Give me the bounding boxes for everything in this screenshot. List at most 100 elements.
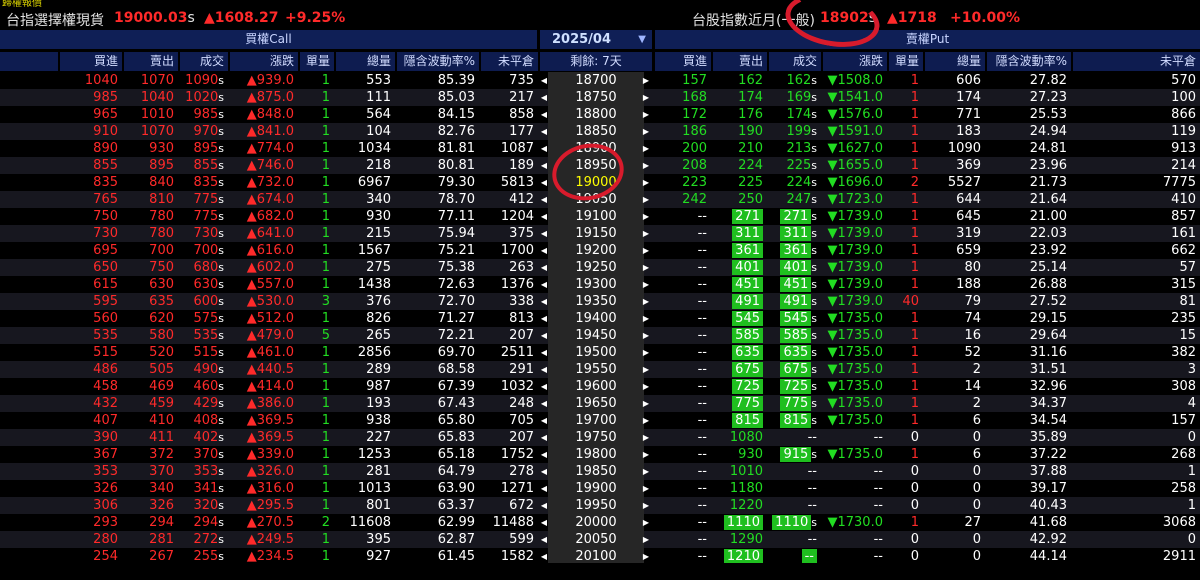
left-arrow-icon[interactable]: ◀ (540, 497, 548, 514)
call-last-cell[interactable]: 775s (180, 208, 224, 225)
call-ask-cell[interactable]: 520 (124, 344, 174, 361)
call-open-interest-cell[interactable]: 599 (481, 531, 534, 548)
put-iv-cell[interactable]: 34.54 (987, 412, 1067, 429)
call-ask-cell[interactable]: 580 (124, 327, 174, 344)
call-ask-cell[interactable]: 620 (124, 310, 174, 327)
call-qty-cell[interactable]: 1 (300, 242, 330, 259)
put-ask-cell[interactable]: 225 (713, 174, 763, 191)
call-ask-cell[interactable]: 1070 (124, 123, 174, 140)
put-volume-cell[interactable]: 0 (925, 480, 981, 497)
put-change-cell[interactable]: ▼1627.0 (823, 140, 884, 157)
call-ask-cell[interactable]: 505 (124, 361, 174, 378)
call-ask-cell[interactable]: 840 (124, 174, 174, 191)
right-arrow-icon[interactable]: ▶ (642, 259, 650, 276)
put-last-cell[interactable]: 815 s (769, 412, 817, 429)
call-bid-cell[interactable]: 750 (60, 208, 118, 225)
call-volume-cell[interactable]: 987 (336, 378, 391, 395)
left-arrow-icon[interactable]: ◀ (540, 514, 548, 531)
left-arrow-icon[interactable]: ◀ (540, 225, 548, 242)
call-ask-cell[interactable]: 469 (124, 378, 174, 395)
table-row[interactable]: 407 410 408s ▲369.5 1 938 65.80 705 ◀ 19700 ▶ -- 815… (0, 412, 1200, 429)
put-open-interest-cell[interactable]: 161 (1073, 225, 1196, 242)
call-bid-cell[interactable]: 1040 (60, 72, 118, 89)
right-arrow-icon[interactable]: ▶ (642, 327, 650, 344)
put-ask-cell[interactable]: 190 (713, 123, 763, 140)
put-qty-cell[interactable]: 0 (889, 429, 919, 446)
put-last-cell[interactable]: -- (769, 429, 817, 446)
call-last-cell[interactable]: 429s (180, 395, 224, 412)
right-arrow-icon[interactable]: ▶ (642, 225, 650, 242)
put-volume-cell[interactable]: 27 (925, 514, 981, 531)
table-row[interactable]: 280 281 272s ▲249.5 1 395 62.87 599 ◀ 20050 ▶ -- 129… (0, 531, 1200, 548)
put-iv-cell[interactable]: 32.96 (987, 378, 1067, 395)
put-last-cell[interactable]: 311 s (769, 225, 817, 242)
call-iv-cell[interactable]: 75.21 (397, 242, 475, 259)
call-open-interest-cell[interactable]: 1032 (481, 378, 534, 395)
strike-price[interactable]: 19950 (548, 497, 644, 514)
put-iv-cell[interactable]: 23.96 (987, 157, 1067, 174)
put-ask-cell[interactable]: 545 (713, 310, 763, 327)
left-arrow-icon[interactable]: ◀ (540, 480, 548, 497)
call-volume-cell[interactable]: 218 (336, 157, 391, 174)
right-arrow-icon[interactable]: ▶ (642, 242, 650, 259)
call-qty-cell[interactable]: 1 (300, 310, 330, 327)
put-qty-cell[interactable]: 1 (889, 514, 919, 531)
call-qty-cell[interactable]: 1 (300, 72, 330, 89)
put-last-cell[interactable]: -- (769, 497, 817, 514)
put-ask-cell[interactable]: 815 (713, 412, 763, 429)
strike-price[interactable]: 19550 (548, 361, 644, 378)
call-last-cell[interactable]: 294s (180, 514, 224, 531)
call-last-cell[interactable]: 1090s (180, 72, 224, 89)
call-bid-cell[interactable]: 293 (60, 514, 118, 531)
call-change-cell[interactable]: ▲674.0 (230, 191, 294, 208)
put-iv-cell[interactable]: 25.53 (987, 106, 1067, 123)
put-ask-cell[interactable]: 1080 (713, 429, 763, 446)
call-open-interest-cell[interactable]: 1087 (481, 140, 534, 157)
strike-price[interactable]: 18800 (548, 106, 644, 123)
call-iv-cell[interactable]: 72.21 (397, 327, 475, 344)
strike-price[interactable]: 18750 (548, 89, 644, 106)
call-open-interest-cell[interactable]: 278 (481, 463, 534, 480)
call-iv-cell[interactable]: 72.70 (397, 293, 475, 310)
put-open-interest-cell[interactable]: 4 (1073, 395, 1196, 412)
put-iv-cell[interactable]: 27.52 (987, 293, 1067, 310)
table-row[interactable]: 326 340 341s ▲316.0 1 1013 63.90 1271 ◀ 19900 ▶ -- 1… (0, 480, 1200, 497)
put-iv-cell[interactable]: 39.17 (987, 480, 1067, 497)
put-ask-cell[interactable]: 1180 (713, 480, 763, 497)
call-change-cell[interactable]: ▲530.0 (230, 293, 294, 310)
put-last-cell[interactable]: -- (769, 531, 817, 548)
put-open-interest-cell[interactable]: 662 (1073, 242, 1196, 259)
put-last-cell[interactable]: 174s (769, 106, 817, 123)
put-bid-cell[interactable]: -- (655, 514, 707, 531)
call-ask-cell[interactable]: 630 (124, 276, 174, 293)
call-iv-cell[interactable]: 75.38 (397, 259, 475, 276)
put-bid-cell[interactable]: -- (655, 531, 707, 548)
call-iv-cell[interactable]: 72.63 (397, 276, 475, 293)
put-last-cell[interactable]: 401 s (769, 259, 817, 276)
put-ask-cell[interactable]: 224 (713, 157, 763, 174)
put-bid-cell[interactable]: -- (655, 395, 707, 412)
call-qty-cell[interactable]: 1 (300, 344, 330, 361)
call-ask-cell[interactable]: 1010 (124, 106, 174, 123)
call-open-interest-cell[interactable]: 412 (481, 191, 534, 208)
table-row[interactable]: 432 459 429s ▲386.0 1 193 67.43 248 ◀ 19650 ▶ -- 775… (0, 395, 1200, 412)
put-volume-cell[interactable]: 2 (925, 361, 981, 378)
call-ask-cell[interactable]: 372 (124, 446, 174, 463)
call-iv-cell[interactable]: 79.30 (397, 174, 475, 191)
right-arrow-icon[interactable]: ▶ (642, 276, 650, 293)
put-ask-cell[interactable]: 725 (713, 378, 763, 395)
strike-header-remaining-days[interactable]: 剩餘: 7天 (540, 52, 652, 71)
put-volume-cell[interactable]: 183 (925, 123, 981, 140)
call-header-qty[interactable]: 單量 (300, 52, 334, 71)
table-row[interactable]: 965 1010 985s ▲848.0 1 564 84.15 858 ◀ 18800 ▶ 172 1… (0, 106, 1200, 123)
put-ask-cell[interactable]: 491 (713, 293, 763, 310)
put-bid-cell[interactable]: -- (655, 225, 707, 242)
left-arrow-icon[interactable]: ◀ (540, 378, 548, 395)
put-iv-cell[interactable]: 21.64 (987, 191, 1067, 208)
put-iv-cell[interactable]: 22.03 (987, 225, 1067, 242)
call-qty-cell[interactable]: 1 (300, 208, 330, 225)
call-bid-cell[interactable]: 390 (60, 429, 118, 446)
put-bid-cell[interactable]: -- (655, 344, 707, 361)
put-iv-cell[interactable]: 42.92 (987, 531, 1067, 548)
right-arrow-icon[interactable]: ▶ (642, 191, 650, 208)
